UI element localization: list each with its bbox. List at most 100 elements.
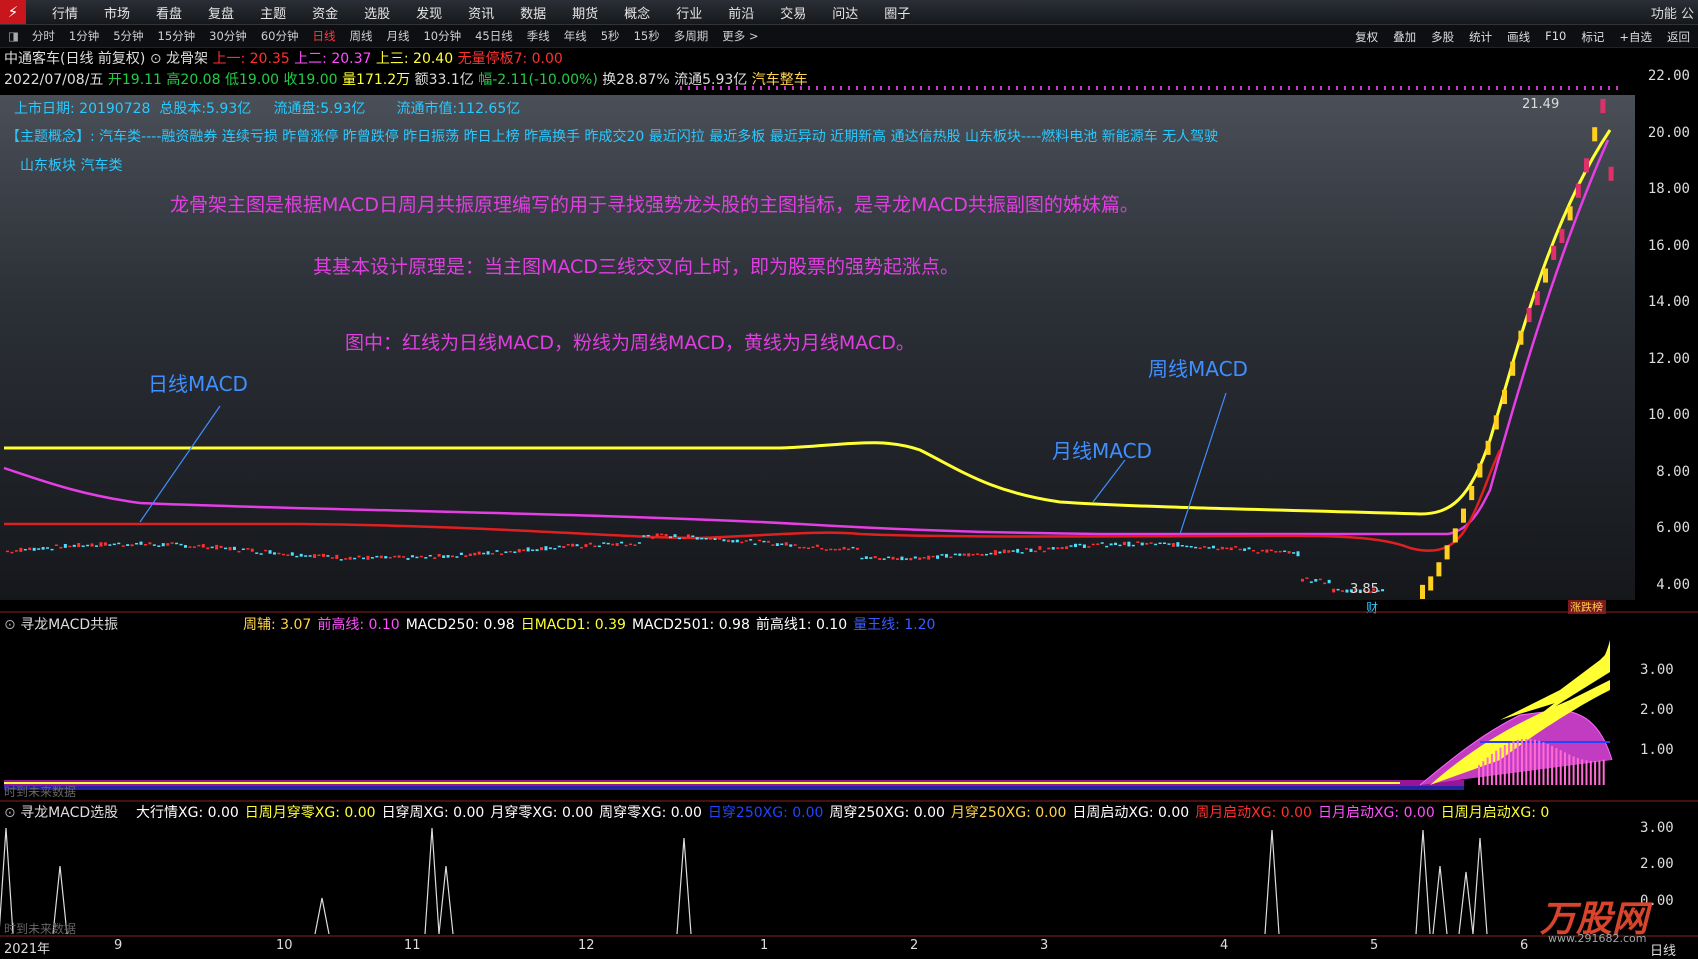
quote-turnover: 换28.87%	[602, 72, 670, 88]
sub1-bar	[1546, 743, 1549, 785]
sub2-value-8: 日周启动XG: 0.00	[1072, 805, 1190, 821]
period-collapse-icon[interactable]: ◨	[8, 29, 19, 43]
up2-value: 上二: 20.37	[294, 51, 372, 67]
stock-info-row: 上市日期: 20190728 总股本:5.93亿 流通盘:5.93亿 流通市值:…	[14, 98, 520, 118]
period-0[interactable]: 分时	[32, 28, 55, 44]
period-16[interactable]: 更多 >	[722, 28, 758, 44]
period-6[interactable]: 日线	[312, 28, 335, 44]
menu-4[interactable]: 主题	[260, 3, 286, 22]
float-value: 流通市值:112.65亿	[396, 101, 521, 117]
sub2-value-3: 月穿零XG: 0.00	[490, 805, 594, 821]
sub1-bar	[1525, 738, 1528, 785]
xtick-4: 12	[578, 938, 595, 953]
menu-14[interactable]: 交易	[780, 3, 806, 22]
menu-13[interactable]: 前沿	[728, 3, 754, 22]
sub1-bar	[1495, 750, 1498, 785]
sub1-bar	[1529, 739, 1532, 785]
tool-2[interactable]: 多股	[1431, 29, 1454, 45]
menu-6[interactable]: 选股	[364, 3, 390, 22]
ytick-main-2: 18.00	[1647, 181, 1690, 197]
menu-3[interactable]: 复盘	[208, 3, 234, 22]
stock-header: 中通客车(日线 前复权) ⊙ 龙骨架 上一: 20.35 上二: 20.37 上…	[4, 48, 563, 68]
sub1-bar	[1503, 745, 1506, 785]
period-12[interactable]: 年线	[564, 28, 587, 44]
tool-5[interactable]: F10	[1545, 29, 1566, 45]
tool-1[interactable]: 叠加	[1393, 29, 1416, 45]
menu-0[interactable]: 行情	[52, 3, 78, 22]
limit-value: 无量停板7: 0.00	[457, 51, 563, 67]
menu-9[interactable]: 数据	[520, 3, 546, 22]
menu-2[interactable]: 看盘	[156, 3, 182, 22]
period-3[interactable]: 15分钟	[158, 28, 196, 44]
period-10[interactable]: 45日线	[475, 28, 513, 44]
concepts-list[interactable]: 汽车类----融资融券 连续亏损 昨曾涨停 昨曾跌停 昨日振荡 昨日上榜 昨高换…	[99, 129, 1218, 145]
sub1-ytick-2: 1.00	[1640, 742, 1674, 758]
period-2[interactable]: 5分钟	[113, 28, 143, 44]
ytick-main-6: 10.00	[1647, 407, 1690, 423]
sub1-header: ⊙ 寻龙MACD共振	[4, 614, 118, 634]
tool-7[interactable]: +自选	[1619, 29, 1652, 45]
xtick-10: 6	[1520, 938, 1529, 953]
sub1-ytick-0: 3.00	[1640, 662, 1674, 678]
sub1-value-5: 前高线1: 0.10	[755, 617, 848, 633]
sub2-spike	[424, 827, 440, 935]
sub2-value-5: 日穿250XG: 0.00	[707, 805, 824, 821]
sub2-toggle-icon[interactable]: ⊙	[4, 805, 20, 821]
sub1-bar	[1555, 748, 1558, 785]
watermark-url: www.291682.com	[1548, 932, 1647, 945]
tool-3[interactable]: 统计	[1469, 29, 1492, 45]
sub2-value-1: 日周月穿零XG: 0.00	[244, 805, 376, 821]
sub1-bar	[1521, 739, 1523, 785]
sub1-toggle-icon[interactable]: ⊙	[4, 617, 20, 633]
sub1-bar	[1589, 760, 1592, 785]
concepts-row-2[interactable]: 山东板块 汽车类	[20, 155, 122, 175]
quote-industry[interactable]: 汽车整车	[752, 72, 808, 88]
menu-10[interactable]: 期货	[572, 3, 598, 22]
menu-16[interactable]: 圈子	[884, 3, 910, 22]
sub2-values: 大行情XG: 0.00 日周月穿零XG: 0.00 日穿周XG: 0.00 月穿零XG…	[136, 802, 1555, 822]
indicator-toggle-icon[interactable]: ⊙	[150, 51, 162, 67]
sub1-bar	[1516, 739, 1519, 785]
menu-5[interactable]: 资金	[312, 3, 338, 22]
sub2-spike	[438, 865, 454, 935]
period-7[interactable]: 周线	[349, 28, 372, 44]
period-15[interactable]: 多周期	[674, 28, 709, 44]
menu-15[interactable]: 问达	[832, 3, 858, 22]
period-8[interactable]: 月线	[386, 28, 409, 44]
period-4[interactable]: 30分钟	[209, 28, 247, 44]
sub1-bar	[1568, 754, 1571, 785]
period-1[interactable]: 1分钟	[69, 28, 99, 44]
xtick-3: 11	[404, 938, 421, 953]
sub2-value-10: 日月启动XG: 0.00	[1317, 805, 1435, 821]
period-5[interactable]: 60分钟	[261, 28, 299, 44]
tool-8[interactable]: 返回	[1667, 29, 1690, 45]
annotation-line-1: 龙骨架主图是根据MACD日周月共振原理编写的用于寻找强势龙头股的主图指标，是寻龙…	[170, 194, 1139, 216]
menu-8[interactable]: 资讯	[468, 3, 494, 22]
sub1-title[interactable]: 寻龙MACD共振	[20, 617, 118, 633]
indicator-name[interactable]: 龙骨架	[166, 51, 208, 67]
period-9[interactable]: 10分钟	[423, 28, 461, 44]
ytick-main-4: 14.00	[1647, 294, 1690, 310]
quote-change: 幅-2.11(-10.00%)	[478, 72, 598, 88]
tool-6[interactable]: 标记	[1581, 29, 1604, 45]
menu-12[interactable]: 行业	[676, 3, 702, 22]
menu-7[interactable]: 发现	[416, 3, 442, 22]
top-menubar: ⚡ 行情 市场 看盘 复盘 主题 资金 选股 发现 资讯 数据 期货 概念 行业 前沿 交易 问达 圈子 功能 …	[0, 0, 1698, 25]
ytick-main-1: 20.00	[1647, 124, 1690, 141]
sub1-value-4: MACD2501: 0.98	[631, 617, 750, 633]
menu-right-label[interactable]: 功能 公	[1651, 3, 1694, 22]
period-14[interactable]: 15秒	[634, 28, 660, 44]
menu-11[interactable]: 概念	[624, 3, 650, 22]
menu-1[interactable]: 市场	[104, 3, 130, 22]
app-logo-icon[interactable]: ⚡	[0, 0, 26, 24]
sub2-title[interactable]: 寻龙MACD选股	[20, 805, 118, 821]
tool-0[interactable]: 复权	[1355, 29, 1378, 45]
sub2-value-2: 日穿周XG: 0.00	[381, 805, 485, 821]
period-11[interactable]: 季线	[527, 28, 550, 44]
sub1-bar	[1499, 747, 1502, 785]
tool-4[interactable]: 画线	[1507, 29, 1530, 45]
quote-volume: 量171.2万	[342, 72, 411, 88]
sub1-value-3: 日MACD1: 0.39	[520, 617, 626, 633]
sub1-bar	[1564, 752, 1566, 785]
period-13[interactable]: 5秒	[601, 28, 620, 44]
